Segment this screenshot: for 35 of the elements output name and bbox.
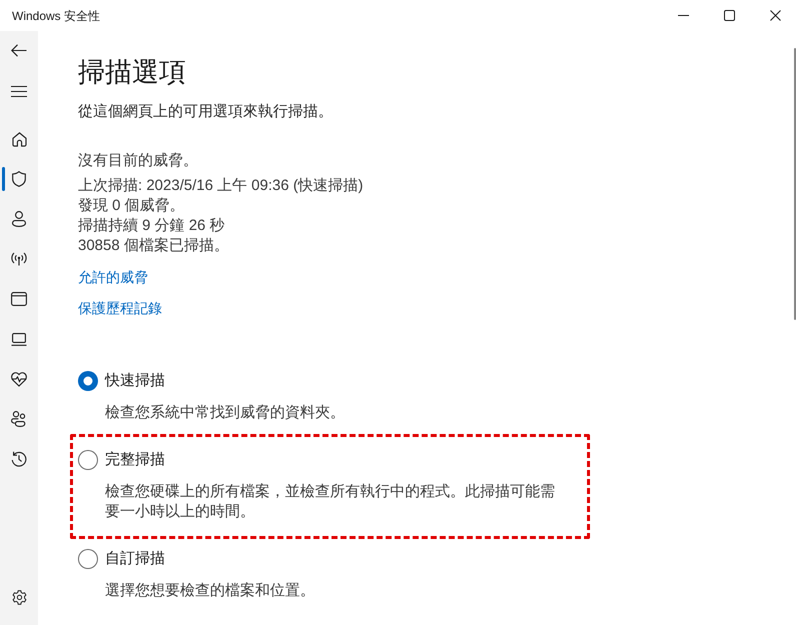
page-heading: 掃描選項 (78, 56, 187, 89)
scrollbar-thumb[interactable] (794, 48, 796, 320)
option-label[interactable]: 完整掃描 (105, 450, 165, 470)
scan-detail-text: 掃描持續 9 分鐘 26 秒 (78, 216, 225, 236)
minimize-icon (678, 15, 688, 16)
menu-icon (11, 86, 27, 96)
family-icon (11, 411, 27, 427)
scan-detail-text: 30858 個檔案已掃描。 (78, 236, 229, 256)
back-arrow-icon (11, 44, 27, 56)
shield-icon (12, 171, 26, 187)
maximize-icon (724, 10, 734, 21)
heart-pulse-icon (11, 372, 27, 386)
radio-button[interactable] (78, 450, 98, 470)
scan-detail-text: 發現 0 個威脅。 (78, 196, 185, 216)
close-icon (770, 10, 780, 21)
option-description: 檢查您系統中常找到威脅的資料夾。 (105, 403, 346, 423)
option-label[interactable]: 自訂掃描 (105, 549, 165, 569)
radio-button[interactable] (78, 371, 98, 391)
laptop-icon (11, 332, 27, 346)
person-icon (12, 211, 26, 227)
option-description: 檢查您硬碟上的所有檔案，並檢查所有執行中的程式。此掃描可能需要一小時以上的時間。 (105, 482, 556, 522)
settings-icon (12, 590, 26, 604)
scan-detail-text: 上次掃描: 2023/5/16 上午 09:36 (快速掃描) (78, 176, 364, 196)
option-label[interactable]: 快速掃描 (105, 371, 165, 391)
home-icon (12, 132, 26, 146)
threat-status: 沒有目前的威脅。 (78, 151, 199, 171)
option-description: 選擇您想要檢查的檔案和位置。 (105, 581, 316, 601)
page-link[interactable]: 保護歷程記錄 (78, 298, 162, 318)
window-title: Windows 安全性 (12, 8, 100, 24)
radio-button[interactable] (78, 549, 98, 569)
page-subtitle: 從這個網頁上的可用選項來執行掃描。 (78, 102, 334, 122)
page-link[interactable]: 允許的威脅 (78, 267, 148, 287)
window-icon (11, 292, 27, 306)
antenna-icon (11, 252, 27, 266)
history-icon (11, 451, 27, 467)
